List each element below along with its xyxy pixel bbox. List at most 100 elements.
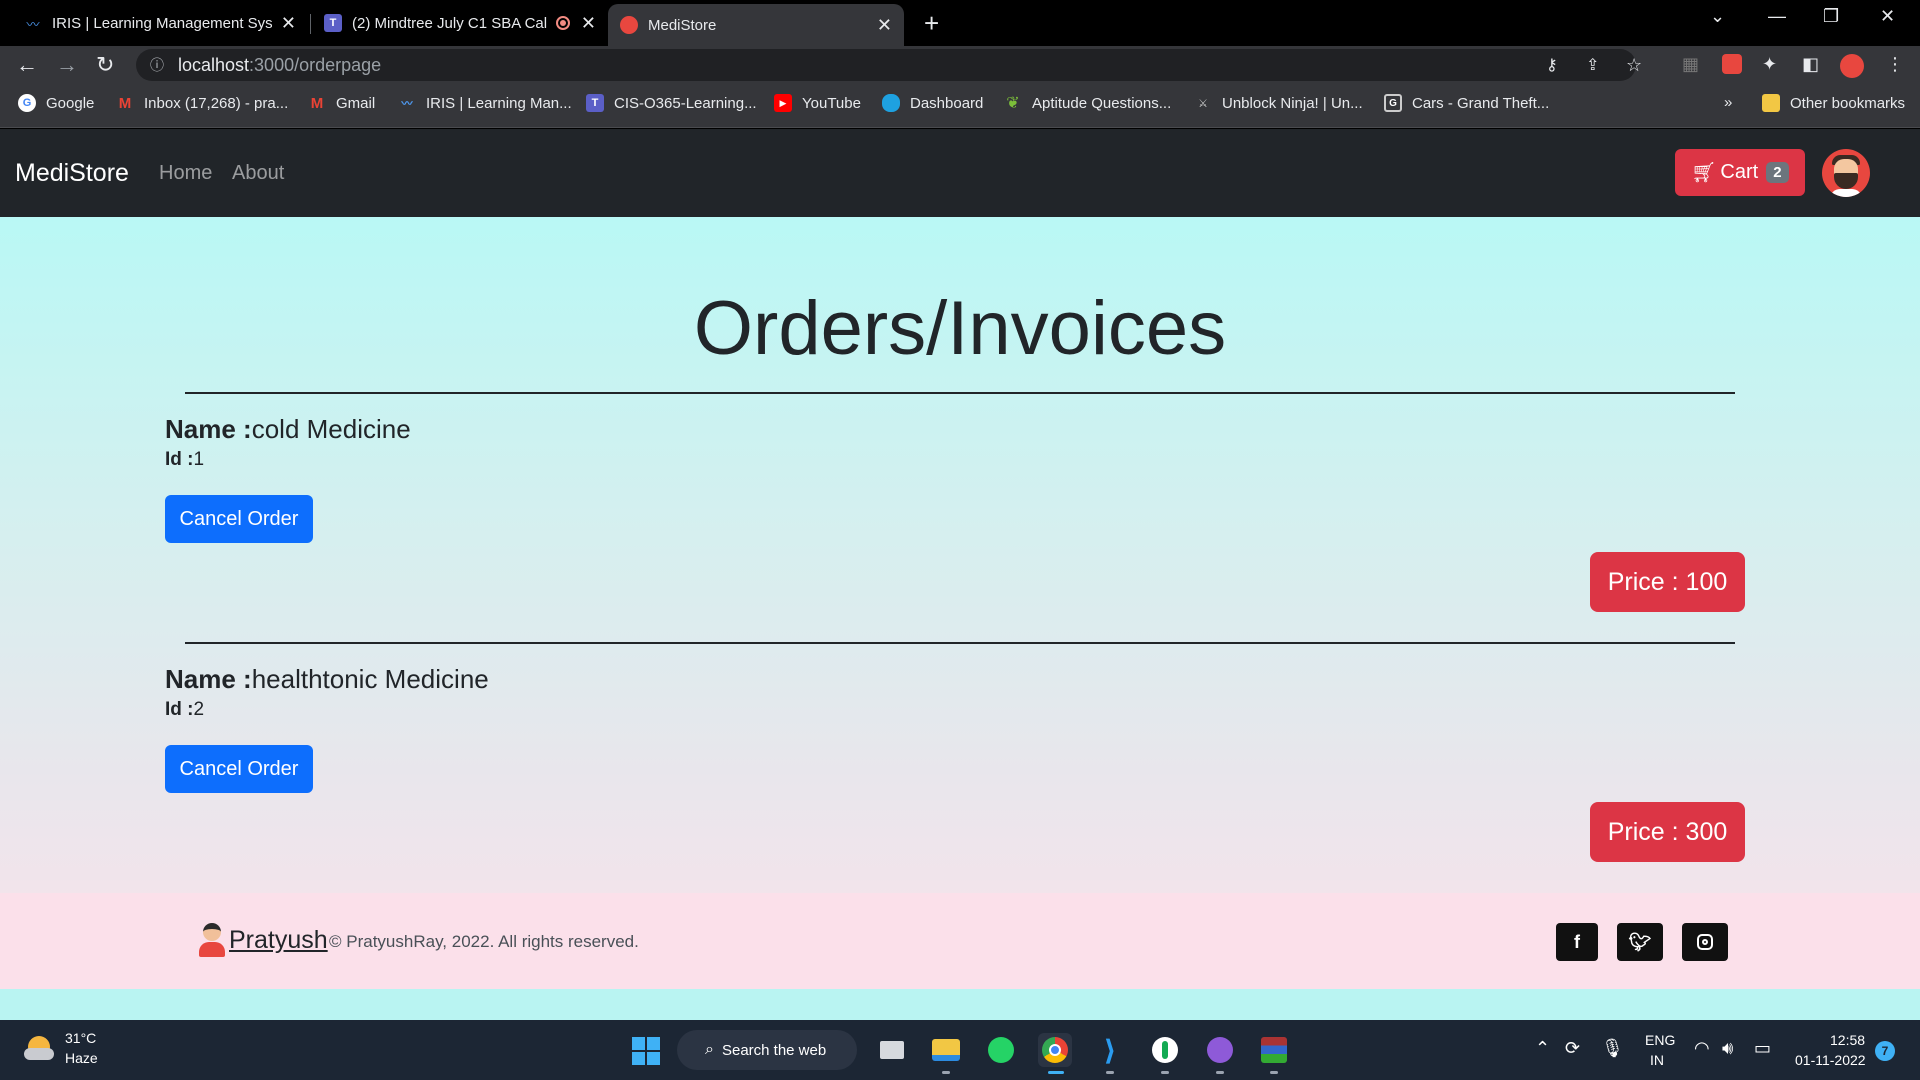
bookmark-cars[interactable]: G Cars - Grand Theft... xyxy=(1384,94,1549,112)
profile-icon[interactable] xyxy=(1840,54,1864,83)
bookmark-google[interactable]: G Google xyxy=(18,94,94,112)
back-icon[interactable]: ← xyxy=(16,52,38,78)
instagram-icon[interactable] xyxy=(1682,923,1728,961)
teams-icon: T xyxy=(586,94,604,112)
teams-icon: T xyxy=(324,14,342,32)
battery-icon[interactable]: ▭ xyxy=(1754,1038,1771,1059)
key-icon[interactable]: ⚷ xyxy=(1546,55,1558,75)
close-icon[interactable]: ✕ xyxy=(281,13,296,34)
bookmark-youtube[interactable]: ▶ YouTube xyxy=(774,94,861,112)
user-avatar[interactable] xyxy=(1822,149,1870,197)
tab-mindtree[interactable]: T (2) Mindtree July C1 SBA Call ✕ xyxy=(312,4,608,42)
bookmark-unblock[interactable]: ⚔ Unblock Ninja! | Un... xyxy=(1194,94,1363,112)
facebook-icon[interactable]: f xyxy=(1556,923,1598,961)
winrar-icon[interactable] xyxy=(1257,1033,1291,1067)
whatsapp-icon[interactable] xyxy=(984,1033,1018,1067)
bookmark-other[interactable]: Other bookmarks xyxy=(1762,94,1905,112)
new-tab-icon[interactable]: + xyxy=(924,8,939,39)
bookmark-label: YouTube xyxy=(802,94,861,112)
bookmark-aptitude[interactable]: ❦ Aptitude Questions... xyxy=(1004,94,1171,113)
bookmark-dashboard[interactable]: Dashboard xyxy=(882,94,983,112)
mongodb-icon[interactable] xyxy=(1148,1033,1182,1067)
windows-start-icon[interactable] xyxy=(632,1037,660,1065)
nav-link-home[interactable]: Home xyxy=(159,162,212,185)
running-indicator xyxy=(942,1071,950,1074)
notification-badge[interactable]: 7 xyxy=(1875,1041,1895,1061)
cart-count-badge: 2 xyxy=(1766,162,1789,183)
cancel-order-button[interactable]: Cancel Order xyxy=(165,745,313,793)
price-label: Price : xyxy=(1607,817,1679,846)
app-navbar: MediStore Home About 🛒︎ Cart 2 xyxy=(0,129,1920,217)
chrome-icon[interactable] xyxy=(1038,1033,1072,1067)
footer-person-icon xyxy=(197,923,227,959)
taskbar-search[interactable]: ⌕ Search the web xyxy=(677,1030,857,1070)
bookmark-label: Other bookmarks xyxy=(1790,94,1906,112)
reload-icon[interactable]: ↻ xyxy=(96,52,114,78)
order-id-value: 1 xyxy=(193,449,205,470)
vscode-icon[interactable]: ⟩ xyxy=(1093,1033,1127,1067)
volume-icon[interactable]: 🔊︎ xyxy=(1722,1038,1733,1059)
folder-icon xyxy=(1762,94,1780,112)
url-host: localhost xyxy=(178,54,250,75)
region-indicator[interactable]: IN xyxy=(1650,1052,1664,1068)
clock-time[interactable]: 12:58 xyxy=(1830,1032,1865,1048)
weather-temperature[interactable]: 31°C xyxy=(65,1030,96,1046)
bookmarks-overflow[interactable]: » xyxy=(1724,94,1732,111)
bookmark-label: Inbox (17,268) - pra... xyxy=(144,94,289,112)
wifi-icon[interactable]: ◠ xyxy=(1694,1038,1710,1059)
cart-extension-icon[interactable]: ▦ xyxy=(1682,54,1699,75)
page-bottom-area xyxy=(0,989,1920,1020)
language-indicator[interactable]: ENG xyxy=(1645,1032,1675,1048)
bookmark-iris[interactable]: 〰 IRIS | Learning Man... xyxy=(398,94,572,112)
share-icon[interactable]: ⇪ xyxy=(1586,55,1599,75)
tab-search-icon[interactable]: ⌄ xyxy=(1710,6,1725,27)
bookmark-star-icon[interactable]: ☆ xyxy=(1626,55,1642,76)
brand-logo[interactable]: MediStore xyxy=(15,159,129,188)
weather-icon[interactable] xyxy=(24,1034,54,1060)
twitter-icon[interactable]: 🐦︎ xyxy=(1617,923,1663,961)
close-icon[interactable]: ✕ xyxy=(877,15,892,36)
github-desktop-icon[interactable] xyxy=(1203,1033,1237,1067)
bookmark-inbox[interactable]: M Inbox (17,268) - pra... xyxy=(116,94,289,112)
browser-tab-strip: 〰 IRIS | Learning Management Syst ✕ T (2… xyxy=(0,0,1920,46)
search-icon: ⌕ xyxy=(705,1041,714,1058)
task-view-icon[interactable] xyxy=(875,1033,909,1067)
tray-overflow-icon[interactable]: ⌃ xyxy=(1535,1038,1550,1059)
bookmark-label: Dashboard xyxy=(910,94,984,112)
cancel-order-button[interactable]: Cancel Order xyxy=(165,495,313,543)
menu-icon[interactable]: ⋮ xyxy=(1886,54,1904,75)
minimize-icon[interactable]: — xyxy=(1768,6,1786,27)
restore-icon[interactable]: ❐ xyxy=(1823,6,1839,27)
avatar-shirt xyxy=(1830,189,1862,197)
forward-icon[interactable]: → xyxy=(56,52,78,78)
close-icon[interactable]: ✕ xyxy=(581,13,596,34)
price-badge: Price : 100 xyxy=(1590,552,1745,612)
tab-iris[interactable]: 〰 IRIS | Learning Management Syst ✕ xyxy=(12,4,308,42)
weather-condition[interactable]: Haze xyxy=(65,1050,98,1066)
bookmark-label: CIS-O365-Learning... xyxy=(614,94,757,112)
address-bar[interactable]: ⓘ localhost:3000/orderpage ⚷ ⇪ ☆ xyxy=(136,49,1642,81)
bookmark-cis[interactable]: T CIS-O365-Learning... xyxy=(586,94,757,112)
tab-medistore[interactable]: MediStore ✕ xyxy=(608,4,904,46)
bookmark-label: Google xyxy=(46,94,95,112)
cloud-shape xyxy=(24,1048,54,1060)
cart-button[interactable]: 🛒︎ Cart 2 xyxy=(1675,149,1805,196)
file-explorer-icon[interactable] xyxy=(929,1033,963,1067)
footer-name-link[interactable]: Pratyush xyxy=(229,926,328,955)
site-info-icon[interactable]: ⓘ xyxy=(150,55,164,75)
footer-copyright: © PratyushRay, 2022. All rights reserved… xyxy=(329,932,639,951)
name-label: Name : xyxy=(165,414,252,444)
extension-red-icon[interactable] xyxy=(1722,54,1742,79)
side-panel-icon[interactable]: ◧ xyxy=(1802,54,1819,75)
id-label: Id : xyxy=(165,449,194,470)
puzzle-icon[interactable]: ✦ xyxy=(1762,54,1777,75)
price-badge: Price : 300 xyxy=(1590,802,1745,862)
sync-icon[interactable]: ⟳ xyxy=(1565,1038,1580,1059)
microphone-icon[interactable]: 🎙︎ xyxy=(1601,1038,1624,1059)
clock-date[interactable]: 01-11-2022 xyxy=(1795,1052,1866,1068)
bookmark-gmail[interactable]: M Gmail xyxy=(308,94,375,112)
salesforce-icon xyxy=(882,94,900,112)
window-close-icon[interactable]: ✕ xyxy=(1880,6,1895,27)
ninja-icon: ⚔ xyxy=(1198,97,1208,110)
nav-link-about[interactable]: About xyxy=(232,162,284,185)
